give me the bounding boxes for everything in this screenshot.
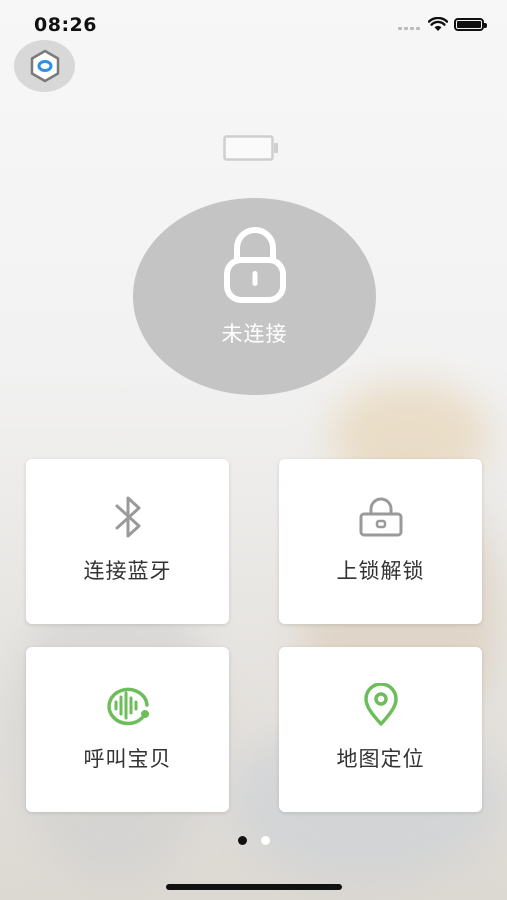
home-indicator[interactable] (166, 884, 342, 890)
hexagon-settings-icon (30, 49, 59, 83)
page-indicator[interactable] (238, 836, 270, 845)
status-bar: 08:26 (0, 0, 507, 50)
padlock-large-icon (223, 227, 286, 303)
settings-button[interactable] (14, 40, 75, 92)
bluetooth-icon (115, 496, 140, 538)
card-label: 呼叫宝贝 (83, 747, 172, 771)
connection-status-text: 未连接 (221, 322, 288, 346)
wifi-icon (428, 17, 448, 31)
phone-battery-icon (454, 18, 487, 31)
map-location-card[interactable]: 地图定位 (279, 647, 482, 812)
device-battery-icon (223, 135, 278, 161)
call-baby-card[interactable]: 呼叫宝贝 (26, 647, 229, 812)
card-label: 连接蓝牙 (83, 559, 172, 583)
lock-status-circle[interactable]: 未连接 (133, 198, 376, 395)
card-label: 地图定位 (336, 747, 425, 771)
cellular-signal-icon (398, 27, 420, 30)
page-dot-active[interactable] (238, 836, 247, 845)
map-pin-icon (363, 683, 398, 726)
page-dot[interactable] (261, 836, 270, 845)
status-time: 08:26 (34, 14, 97, 36)
voice-call-icon (106, 687, 149, 726)
lock-unlock-card[interactable]: 上锁解锁 (279, 459, 482, 624)
padlock-icon (359, 497, 402, 537)
card-label: 上锁解锁 (336, 559, 425, 583)
connect-bluetooth-card[interactable]: 连接蓝牙 (26, 459, 229, 624)
